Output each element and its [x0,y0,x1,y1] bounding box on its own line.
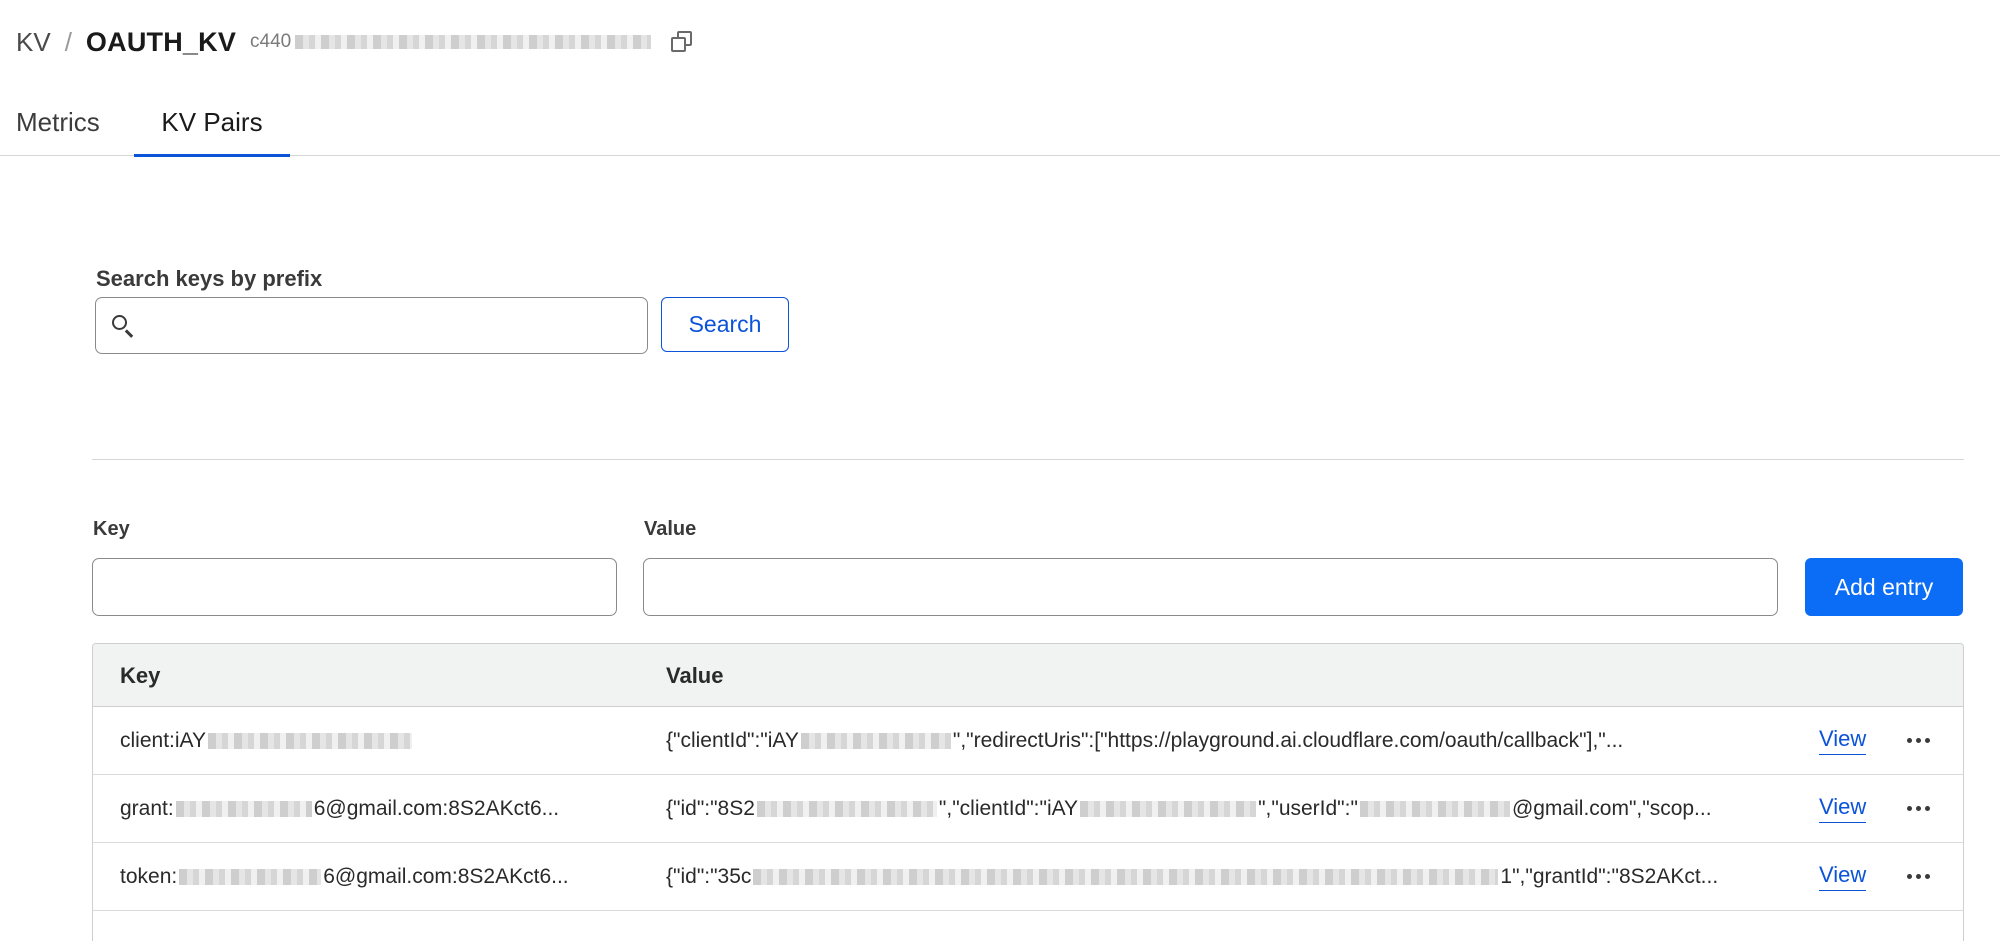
view-link-label[interactable]: View [1819,726,1867,755]
view-link-label[interactable]: View [1819,862,1867,891]
search-input[interactable] [138,298,647,353]
search-box [95,297,648,354]
add-entry-button[interactable]: Add entry [1805,558,1963,616]
search-button[interactable]: Search [661,297,789,352]
search-icon [110,312,138,340]
divider [92,459,1964,460]
row-value-text-end: 1","grantId":"8S2AKct... [1500,864,1719,888]
breadcrumb-separator: / [64,26,72,57]
new-value-label: Value [644,518,697,540]
view-link[interactable]: View [1819,775,1867,842]
redacted-text [800,732,951,749]
redacted-text [1359,800,1510,817]
row-key: token: 6@gmail.com:8S2AKct6... [120,843,640,910]
redacted-text [756,800,937,817]
table-row: grant: 6@gmail.com:8S2AKct6... {"id":"8S… [93,775,1963,843]
column-header-value: Value [666,662,724,688]
row-value-text-end: @gmail.com","scop... [1511,796,1712,820]
row-key-text-end: 6@gmail.com:8S2AKct6... [313,796,560,820]
new-key-input[interactable] [92,558,617,616]
row-key: grant: 6@gmail.com:8S2AKct6... [120,775,640,842]
row-value-text-mid2: ","userId":" [1258,796,1358,820]
redacted-text [1080,800,1257,817]
redacted-text [179,868,322,885]
view-link-label[interactable]: View [1819,794,1867,823]
row-value: {"id":"8S2 ","clientId":"iAY ","userId":… [666,775,1886,842]
table-header: Key Value [93,644,1963,707]
redacted-text [753,868,1499,885]
tab-bar: Metrics KV Pairs [0,88,2000,157]
row-value-text: {"clientId":"iAY [666,728,799,752]
more-horizontal-icon[interactable] [1898,843,1938,910]
redacted-text [207,732,412,749]
new-value-input[interactable] [643,558,1778,616]
row-key-text: token: [120,864,178,888]
kv-table: Key Value client:iAY {"clientId":"iAY ",… [92,643,1964,941]
namespace-id: c440 [250,31,652,53]
table-row: client:iAY {"clientId":"iAY ","redirectU… [93,707,1963,775]
row-key-text-end: 6@gmail.com:8S2AKct6... [323,864,569,888]
view-link[interactable]: View [1819,707,1867,774]
namespace-id-prefix: c440 [250,31,292,52]
row-value-text-end: ","redirectUris":["https://playground.ai… [952,728,1624,752]
copy-icon[interactable] [669,30,693,54]
row-value-text: {"id":"35c [666,864,752,888]
view-link[interactable]: View [1819,843,1867,910]
breadcrumb: KV / OAUTH_KV c440 [16,24,693,60]
table-row: token: 6@gmail.com:8S2AKct6... {"id":"35… [93,843,1963,911]
row-value: {"id":"35c 1","grantId":"8S2AKct... [666,843,1886,910]
more-horizontal-icon[interactable] [1898,707,1938,774]
tab-kv-pairs[interactable]: KV Pairs [134,88,290,157]
redacted-namespace-id [295,35,652,49]
row-key-text: grant: [120,796,174,820]
row-value-text-mid: ","clientId":"iAY [938,796,1079,820]
tab-metrics[interactable]: Metrics [16,88,100,156]
more-horizontal-icon[interactable] [1898,775,1938,842]
row-key: client:iAY [120,707,640,774]
new-key-label: Key [93,518,130,540]
page-title: OAUTH_KV [85,26,237,57]
row-value-text: {"id":"8S2 [666,796,755,820]
search-label: Search keys by prefix [96,266,323,291]
row-value: {"clientId":"iAY ","redirectUris":["http… [666,707,1886,774]
row-key-text: client:iAY [120,728,206,752]
breadcrumb-root[interactable]: KV [16,27,51,58]
redacted-text [175,800,312,817]
column-header-key: Key [120,662,161,688]
